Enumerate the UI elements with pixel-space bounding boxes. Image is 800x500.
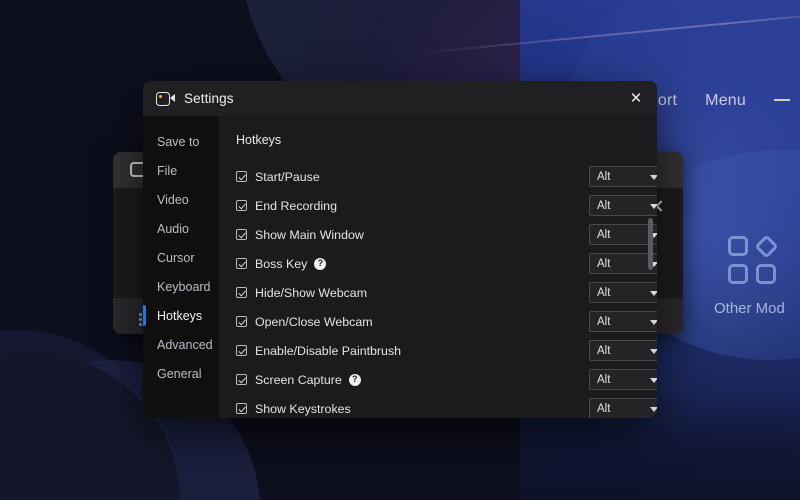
hotkey-checkbox[interactable] bbox=[236, 345, 247, 356]
modifier-value: Alt bbox=[597, 315, 611, 328]
nav-menu-button[interactable]: Menu bbox=[705, 92, 746, 110]
dialog-title: Settings bbox=[184, 91, 234, 106]
hotkey-checkbox[interactable] bbox=[236, 287, 247, 298]
hotkey-checkbox[interactable] bbox=[236, 403, 247, 414]
hotkey-row-hide-show-webcam: Hide/Show Webcam Alt 4 bbox=[236, 278, 657, 307]
hotkey-checkbox[interactable] bbox=[236, 258, 247, 269]
hotkey-row-screen-capture: Screen Capture ? Alt f1 bbox=[236, 365, 657, 394]
sidebar-item-label: Video bbox=[157, 192, 189, 207]
sidebar-item-label: Save to bbox=[157, 134, 200, 149]
hotkey-checkbox[interactable] bbox=[236, 229, 247, 240]
settings-sidebar: Save to File Video Audio Cursor Keyboard bbox=[143, 116, 219, 418]
help-icon[interactable]: ? bbox=[348, 373, 361, 386]
hotkey-label: Show Keystrokes bbox=[255, 401, 351, 416]
hotkey-row-enable-disable-paintbrush: Enable/Disable Paintbrush Alt h bbox=[236, 336, 657, 365]
hotkey-checkbox[interactable] bbox=[236, 171, 247, 182]
hotkey-row-show-main-window: Show Main Window Alt 3 bbox=[236, 220, 657, 249]
hotkey-label: Start/Pause bbox=[255, 169, 320, 184]
hotkey-checkbox[interactable] bbox=[236, 374, 247, 385]
sidebar-item-hotkeys[interactable]: Hotkeys bbox=[143, 301, 219, 330]
hotkey-label: End Recording bbox=[255, 198, 337, 213]
hotkey-checkbox[interactable] bbox=[236, 200, 247, 211]
hotkey-checkbox[interactable] bbox=[236, 316, 247, 327]
content-scrollbar[interactable] bbox=[647, 116, 654, 418]
close-icon[interactable]: ✕ bbox=[615, 81, 657, 116]
video-camera-icon bbox=[156, 91, 175, 106]
section-title: Hotkeys bbox=[236, 133, 282, 147]
modifier-value: Alt bbox=[597, 170, 611, 183]
sidebar-item-save-to[interactable]: Save to bbox=[143, 127, 219, 156]
sidebar-item-general[interactable]: General bbox=[143, 359, 219, 388]
hotkey-label: Enable/Disable Paintbrush bbox=[255, 343, 402, 358]
help-icon[interactable]: ? bbox=[314, 257, 327, 270]
four-squares-icon bbox=[728, 234, 786, 288]
screen: upport Menu Other Mod bbox=[0, 0, 800, 500]
hotkey-row-open-close-webcam: Open/Close Webcam Alt 5 bbox=[236, 307, 657, 336]
other-modes-tile[interactable]: Other Mod bbox=[714, 234, 800, 317]
sidebar-item-cursor[interactable]: Cursor bbox=[143, 243, 219, 272]
settings-dialog: Settings ✕ Save to File Video Audio Curs… bbox=[143, 81, 657, 418]
sidebar-item-audio[interactable]: Audio bbox=[143, 214, 219, 243]
hotkey-row-show-keystrokes: Show Keystrokes Alt j bbox=[236, 394, 657, 418]
sidebar-item-file[interactable]: File bbox=[143, 156, 219, 185]
sidebar-item-advanced[interactable]: Advanced bbox=[143, 330, 219, 359]
modifier-value: Alt bbox=[597, 228, 611, 241]
sidebar-item-label: Audio bbox=[157, 221, 189, 236]
sidebar-item-label: File bbox=[157, 163, 178, 178]
sidebar-item-keyboard[interactable]: Keyboard bbox=[143, 272, 219, 301]
hotkey-label: Open/Close Webcam bbox=[255, 314, 373, 329]
sidebar-item-label: Advanced bbox=[157, 337, 213, 352]
scrollbar-thumb[interactable] bbox=[648, 218, 653, 270]
hotkey-label: Screen Capture bbox=[255, 372, 342, 387]
sidebar-item-video[interactable]: Video bbox=[143, 185, 219, 214]
hotkey-label: Show Main Window bbox=[255, 227, 364, 242]
modifier-value: Alt bbox=[597, 257, 611, 270]
modifier-value: Alt bbox=[597, 373, 611, 386]
hotkey-row-start-pause: Start/Pause Alt 1 bbox=[236, 162, 657, 191]
modifier-value: Alt bbox=[597, 344, 611, 357]
sidebar-item-label: Cursor bbox=[157, 250, 195, 265]
hotkey-label: Boss Key bbox=[255, 256, 308, 271]
sidebar-item-label: Hotkeys bbox=[157, 308, 203, 323]
dialog-body: Save to File Video Audio Cursor Keyboard bbox=[143, 116, 657, 418]
other-modes-label: Other Mod bbox=[714, 300, 785, 317]
sidebar-item-label: General bbox=[157, 366, 202, 381]
modifier-value: Alt bbox=[597, 402, 611, 415]
dialog-titlebar[interactable]: Settings ✕ bbox=[143, 81, 657, 116]
chevron-left-icon[interactable] bbox=[655, 200, 667, 212]
minimize-icon[interactable] bbox=[774, 98, 790, 101]
sidebar-item-label: Keyboard bbox=[157, 279, 211, 294]
modifier-value: Alt bbox=[597, 199, 611, 212]
hotkey-rows: Start/Pause Alt 1 bbox=[236, 162, 657, 418]
settings-content: Hotkeys Start/Pause Alt 1 bbox=[219, 116, 657, 418]
hotkey-row-end-recording: End Recording Alt 2 bbox=[236, 191, 657, 220]
hotkey-label: Hide/Show Webcam bbox=[255, 285, 368, 300]
hotkey-row-boss-key: Boss Key ? Alt d bbox=[236, 249, 657, 278]
modifier-value: Alt bbox=[597, 286, 611, 299]
